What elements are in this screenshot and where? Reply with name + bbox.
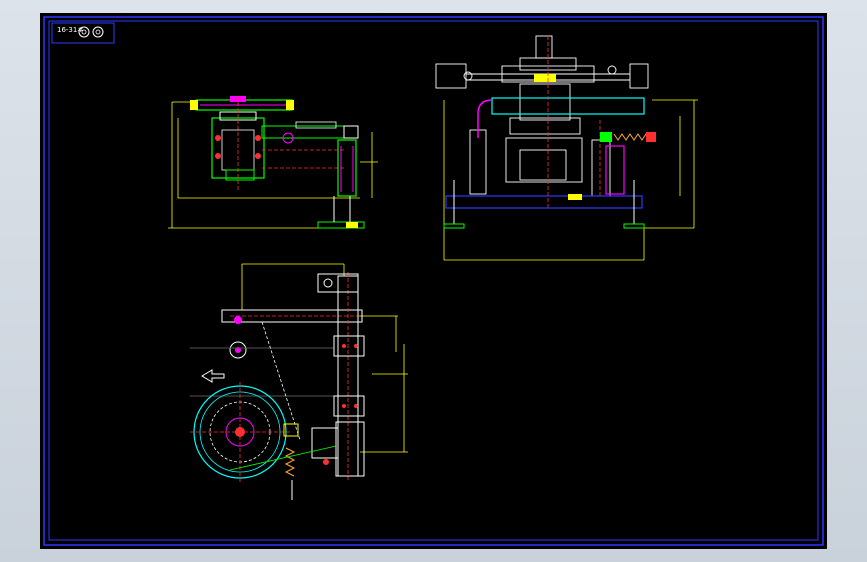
front-view-dimensions bbox=[443, 99, 698, 261]
plan-view bbox=[190, 263, 408, 500]
inner-border bbox=[48, 20, 819, 541]
front-view bbox=[435, 35, 698, 261]
title-block-label: 16-31# bbox=[57, 26, 84, 34]
app-window: 16-31# bbox=[0, 0, 867, 562]
outer-border bbox=[43, 16, 824, 546]
side-view-dimensions bbox=[168, 101, 378, 229]
bearing-symbol-icon bbox=[92, 26, 104, 38]
side-view bbox=[168, 96, 378, 229]
cad-drawing bbox=[43, 16, 824, 546]
